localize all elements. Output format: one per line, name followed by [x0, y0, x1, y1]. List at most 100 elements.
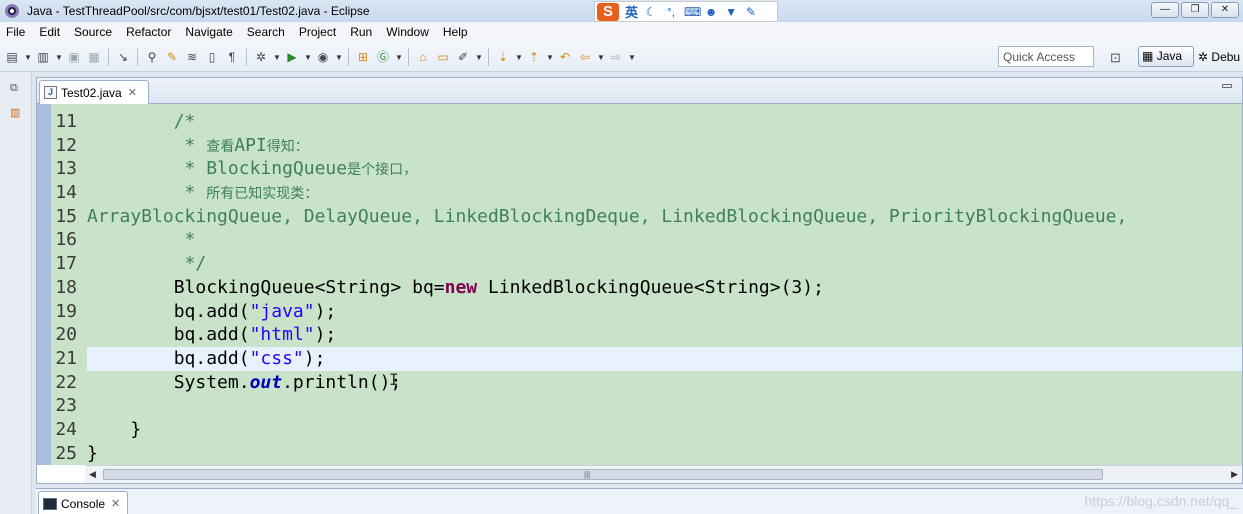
menu-refactor[interactable]: Refactor — [119, 25, 178, 39]
run-icon[interactable]: ▶ — [284, 49, 300, 65]
package-explorer-icon[interactable]: ▥ — [10, 106, 20, 119]
debug-icon[interactable]: ✲ — [253, 49, 269, 65]
line-number: 11 — [55, 111, 77, 132]
forward-dropdown-icon[interactable]: ▼ — [628, 53, 636, 62]
new-icon[interactable]: ▤ — [4, 49, 20, 65]
code-line[interactable]: 16 * — [37, 228, 1242, 252]
menu-project[interactable]: Project — [292, 25, 343, 39]
code-line[interactable]: 18 BlockingQueue<String> bq=new LinkedBl… — [37, 276, 1242, 300]
block-selection-icon[interactable]: ▯ — [204, 49, 220, 65]
next-annotation-dropdown-icon[interactable]: ▼ — [515, 53, 523, 62]
code-line[interactable]: 14 * 所有已知实现类： — [37, 181, 1242, 205]
code-text: /* — [87, 110, 196, 134]
new-type-icon[interactable]: ▥ — [35, 49, 51, 65]
menu-window[interactable]: Window — [379, 25, 436, 39]
user-icon[interactable]: ☻ — [704, 5, 718, 19]
ime-toolbar[interactable]: S 英 ☾ °, ⌨ ☻ ▼ ✎ — [594, 1, 778, 22]
search-icon[interactable]: ✐ — [455, 49, 471, 65]
close-button[interactable]: ✕ — [1211, 2, 1239, 18]
external-tools-dropdown-icon[interactable]: ▼ — [335, 53, 343, 62]
tab-test02-java[interactable]: J Test02.java ✕ — [39, 80, 149, 104]
code-token: 所有已知实现类： — [206, 186, 319, 203]
menu-edit[interactable]: Edit — [32, 25, 67, 39]
close-icon[interactable]: ✕ — [111, 497, 120, 510]
debug-dropdown-icon[interactable]: ▼ — [273, 53, 281, 62]
code-line[interactable]: 11 /* — [37, 110, 1242, 134]
tab-console[interactable]: Console ✕ — [38, 491, 128, 514]
new-type-dropdown-icon[interactable]: ▼ — [55, 53, 63, 62]
back-dropdown-icon[interactable]: ▼ — [597, 53, 605, 62]
prev-annotation-icon[interactable]: ⇡ — [526, 49, 542, 65]
code-line[interactable]: 19 bq.add("java"); — [37, 300, 1242, 324]
prev-annotation-dropdown-icon[interactable]: ▼ — [546, 53, 554, 62]
ime-mode-toggle[interactable]: 英 — [625, 2, 638, 21]
toggle-word-wrap-icon[interactable]: ≋ — [184, 49, 200, 65]
horizontal-scrollbar[interactable]: ◀ ||| ▶ — [85, 465, 1242, 483]
code-line[interactable]: 13 * BlockingQueue是个接口， — [37, 157, 1242, 181]
last-edit-location-icon[interactable]: ↶ — [557, 49, 573, 65]
menu-search[interactable]: Search — [240, 25, 292, 39]
code-area[interactable]: 11 /* 12 * 查看API得知： 13 * BlockingQueue是个接口… — [37, 104, 1242, 465]
menu-run[interactable]: Run — [343, 25, 379, 39]
skip-breakpoints-icon[interactable]: ↘ — [115, 49, 131, 65]
java-file-icon: J — [44, 86, 57, 99]
moon-icon[interactable]: ☾ — [644, 5, 658, 19]
close-icon[interactable]: ✕ — [128, 86, 137, 99]
menu-file[interactable]: File — [0, 25, 32, 39]
code-line[interactable]: 22 System.out.println(); — [37, 371, 1242, 395]
open-type-icon[interactable]: ⚲ — [144, 49, 160, 65]
code-token: ); — [314, 324, 337, 346]
code-line[interactable]: 12 * 查看API得知： — [37, 134, 1242, 158]
code-line[interactable]: 15 ArrayBlockingQueue, DelayQueue, Linked… — [37, 205, 1242, 229]
code-token: ); — [314, 300, 337, 322]
scroll-right-icon[interactable]: ▶ — [1231, 469, 1238, 480]
new-class-dropdown-icon[interactable]: ▼ — [395, 53, 403, 62]
minimize-button[interactable]: — — [1151, 2, 1179, 18]
back-icon[interactable]: ⇦ — [577, 49, 593, 65]
external-tools-icon[interactable]: ◉ — [315, 49, 331, 65]
open-project-icon[interactable]: ⌂ — [415, 49, 431, 65]
minimize-icon[interactable] — [1222, 84, 1232, 88]
scroll-left-icon[interactable]: ◀ — [89, 469, 96, 480]
show-whitespace-icon[interactable]: ¶ — [224, 49, 240, 65]
code-line[interactable]: 17 */ — [37, 252, 1242, 276]
forward-icon[interactable]: ⇨ — [608, 49, 624, 65]
wrench-icon[interactable]: ✎ — [744, 5, 758, 19]
restore-view-icon[interactable]: ⧉ — [10, 82, 18, 95]
perspective-java-button[interactable]: ▦ Java — [1138, 46, 1194, 67]
search-dropdown-icon[interactable]: ▼ — [475, 53, 483, 62]
new-package-icon[interactable]: ⊞ — [355, 49, 371, 65]
code-line[interactable]: 23 — [37, 394, 1242, 418]
code-token: /* — [173, 111, 196, 132]
run-dropdown-icon[interactable]: ▼ — [304, 53, 312, 62]
code-token: * — [184, 134, 207, 156]
open-perspective-icon[interactable]: ⊡ — [1110, 50, 1121, 66]
scrollbar-thumb[interactable]: ||| — [103, 469, 1103, 480]
open-folder-icon[interactable]: ▭ — [435, 49, 451, 65]
save-all-icon[interactable]: ▦ — [86, 49, 102, 65]
code-line[interactable]: 25} — [37, 442, 1242, 465]
code-text: ArrayBlockingQueue, DelayQueue, LinkedBl… — [87, 205, 1127, 229]
sogou-logo-icon[interactable]: S — [597, 2, 619, 21]
new-class-icon[interactable]: Ⓖ — [375, 49, 391, 65]
code-token: LinkedBlockingQueue<String>(3); — [477, 276, 824, 298]
punctuation-icon[interactable]: °, — [664, 5, 678, 19]
menu-help[interactable]: Help — [436, 25, 475, 39]
save-icon[interactable]: ▣ — [66, 49, 82, 65]
menu-navigate[interactable]: Navigate — [178, 25, 239, 39]
restore-button[interactable]: ❐ — [1181, 2, 1209, 18]
shirt-icon[interactable]: ▼ — [724, 5, 738, 19]
mark-occurrences-icon[interactable]: ✎ — [164, 49, 180, 65]
menu-source[interactable]: Source — [67, 25, 119, 39]
code-line[interactable]: 24 } — [37, 418, 1242, 442]
new-dropdown-icon[interactable]: ▼ — [24, 53, 32, 62]
code-line[interactable]: 20 bq.add("html"); — [37, 323, 1242, 347]
perspective-debug-button[interactable]: ✲ Debu — [1198, 50, 1240, 64]
keyboard-icon[interactable]: ⌨ — [684, 5, 701, 19]
quick-access-input[interactable]: Quick Access — [998, 46, 1094, 67]
code-line[interactable]: 21 bq.add("css"); — [37, 346, 1242, 371]
next-annotation-icon[interactable]: ⇣ — [495, 49, 511, 65]
eclipse-window: Java - TestThreadPool/src/com/bjsxt/test… — [0, 0, 1243, 514]
